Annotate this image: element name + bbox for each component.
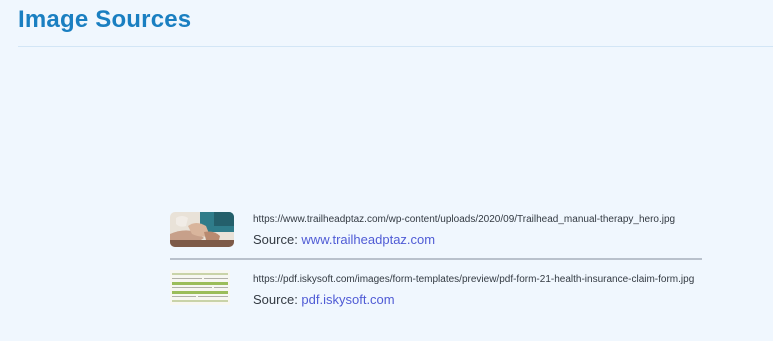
title-divider bbox=[18, 46, 773, 47]
image-source-list: https://www.trailheadptaz.com/wp-content… bbox=[170, 210, 702, 318]
source-link[interactable]: pdf.iskysoft.com bbox=[301, 292, 394, 307]
source-label: Source: bbox=[253, 232, 302, 247]
item-divider bbox=[170, 258, 702, 260]
page-title: Image Sources bbox=[18, 6, 192, 33]
source-label: Source: bbox=[253, 292, 302, 307]
claim-form-preview bbox=[170, 270, 230, 305]
source-link[interactable]: www.trailheadptaz.com bbox=[301, 232, 435, 247]
source-line: Source: pdf.iskysoft.com bbox=[253, 292, 395, 307]
source-line: Source: www.trailheadptaz.com bbox=[253, 232, 435, 247]
image-url: https://www.trailheadptaz.com/wp-content… bbox=[253, 214, 676, 225]
manual-therapy-photo bbox=[170, 212, 234, 247]
source-item: https://pdf.iskysoft.com/images/form-tem… bbox=[170, 270, 702, 318]
thumbnail-image[interactable] bbox=[170, 212, 234, 247]
thumbnail-image[interactable] bbox=[170, 270, 230, 305]
source-item: https://www.trailheadptaz.com/wp-content… bbox=[170, 210, 702, 258]
image-url: https://pdf.iskysoft.com/images/form-tem… bbox=[253, 274, 695, 285]
